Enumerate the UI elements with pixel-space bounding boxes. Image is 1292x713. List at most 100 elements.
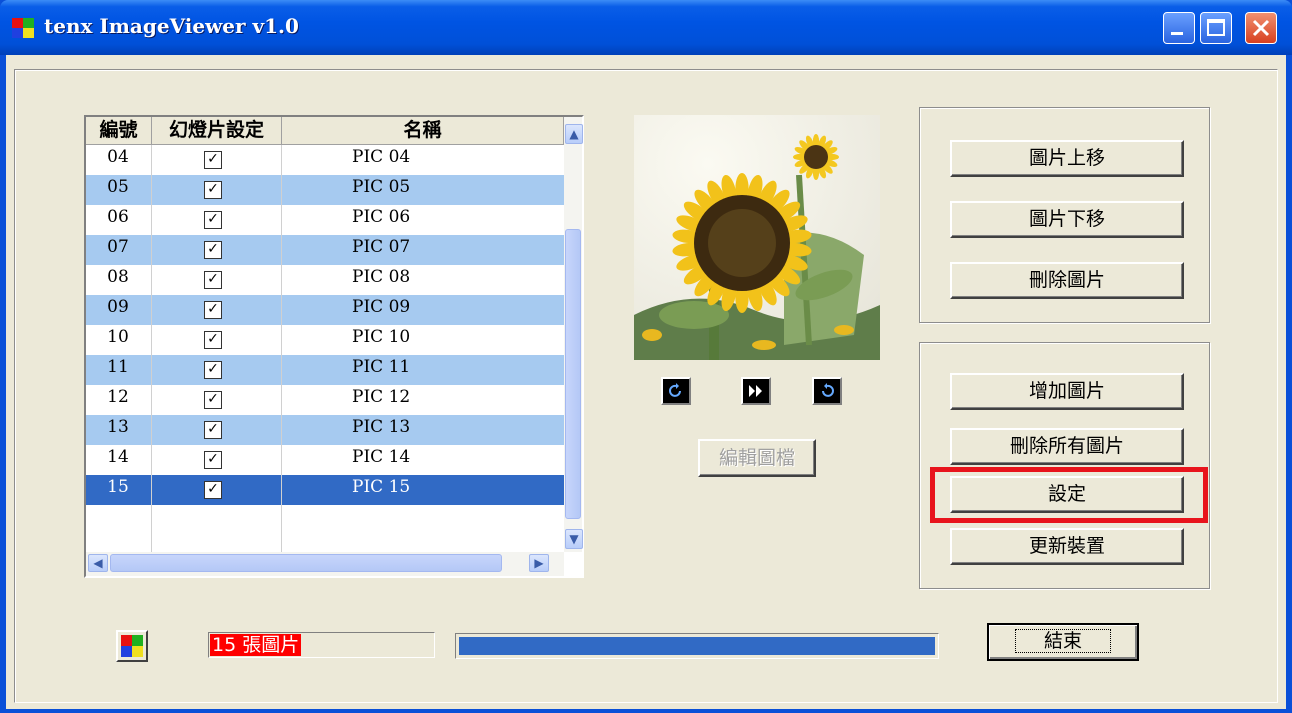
list-row[interactable]: 14 ✓ PIC 14: [86, 445, 564, 475]
list-row[interactable]: 10 ✓ PIC 10: [86, 325, 564, 355]
row-name: PIC 07: [352, 237, 411, 257]
exit-button[interactable]: 結束: [987, 623, 1139, 661]
move-up-button[interactable]: 圖片上移: [950, 140, 1184, 177]
row-number: 12: [107, 387, 129, 407]
slideshow-checkbox[interactable]: ✓: [204, 481, 222, 499]
row-number: 04: [107, 147, 129, 167]
highlight-box: [930, 467, 1208, 523]
slideshow-checkbox[interactable]: ✓: [204, 301, 222, 319]
row-name: PIC 06: [352, 207, 411, 227]
title-bar[interactable]: tenx ImageViewer v1.0: [0, 0, 1292, 55]
rotate-right-icon: [822, 383, 834, 397]
column-divider: [281, 145, 282, 552]
close-icon: [1252, 19, 1270, 37]
list-row[interactable]: 12 ✓ PIC 12: [86, 385, 564, 415]
slideshow-checkbox[interactable]: ✓: [204, 451, 222, 469]
slideshow-checkbox[interactable]: ✓: [204, 211, 222, 229]
image-preview: [634, 115, 880, 360]
picture-count-label: 15 張圖片: [210, 634, 302, 656]
chevron-right-icon: ▶: [534, 556, 544, 570]
row-number: 10: [107, 327, 129, 347]
column-divider: [151, 145, 152, 552]
row-name: PIC 10: [352, 327, 411, 347]
list-body: 編號 幻燈片設定 名稱 04 ✓ PIC 04 05 ✓ PIC 05 06 ✓ PIC 06 0…: [86, 117, 564, 552]
row-number: 15: [107, 477, 129, 497]
delete-all-pictures-button[interactable]: 刪除所有圖片: [950, 428, 1184, 465]
row-name: PIC 12: [352, 387, 411, 407]
edit-image-button: 編輯圖檔: [698, 439, 816, 477]
row-number: 14: [107, 447, 129, 467]
delete-picture-button[interactable]: 刪除圖片: [950, 262, 1184, 299]
list-row[interactable]: 09 ✓ PIC 09: [86, 295, 564, 325]
progress-fill: [459, 637, 935, 655]
status-app-button[interactable]: [116, 630, 148, 662]
row-name: PIC 11: [352, 357, 411, 377]
rotate-left-icon: [669, 383, 681, 397]
slideshow-checkbox[interactable]: ✓: [204, 331, 222, 349]
row-number: 07: [107, 237, 129, 257]
list-row[interactable]: 13 ✓ PIC 13: [86, 415, 564, 445]
app-icon: [12, 18, 34, 38]
row-name: PIC 15: [352, 477, 411, 497]
list-row[interactable]: 07 ✓ PIC 07: [86, 235, 564, 265]
list-row[interactable]: 04 ✓ PIC 04: [86, 145, 564, 175]
chevron-left-icon: ◀: [93, 556, 103, 570]
row-name: PIC 08: [352, 267, 411, 287]
slideshow-checkbox[interactable]: ✓: [204, 361, 222, 379]
slideshow-checkbox[interactable]: ✓: [204, 241, 222, 259]
scroll-up-button[interactable]: ▲: [565, 124, 583, 144]
update-device-button[interactable]: 更新裝置: [950, 528, 1184, 565]
column-header-number[interactable]: 編號: [86, 117, 152, 145]
window-title: tenx ImageViewer v1.0: [44, 14, 299, 38]
row-number: 09: [107, 297, 129, 317]
column-header-name[interactable]: 名稱: [282, 117, 564, 145]
row-number: 06: [107, 207, 129, 227]
horizontal-scroll-thumb[interactable]: [110, 554, 502, 572]
chevron-up-icon: ▲: [569, 127, 579, 141]
next-icon: [749, 385, 762, 397]
row-number: 13: [107, 417, 129, 437]
scroll-down-button[interactable]: ▼: [565, 529, 583, 549]
chevron-down-icon: ▼: [569, 532, 579, 546]
empty-row: [86, 505, 564, 535]
next-button[interactable]: [741, 377, 771, 405]
exit-button-label: 結束: [1014, 629, 1111, 653]
client-area: 編號 幻燈片設定 名稱 04 ✓ PIC 04 05 ✓ PIC 05 06 ✓ PIC 06 0…: [6, 55, 1286, 709]
app-icon: [121, 635, 143, 657]
slideshow-checkbox[interactable]: ✓: [204, 421, 222, 439]
minimize-icon: [1171, 32, 1183, 35]
maximize-icon: [1207, 19, 1225, 36]
rotate-right-button[interactable]: [812, 377, 842, 405]
row-name: PIC 13: [352, 417, 411, 437]
minimize-button[interactable]: [1163, 12, 1195, 44]
scroll-right-button[interactable]: ▶: [529, 554, 549, 572]
list-row[interactable]: 15 ✓ PIC 15: [86, 475, 564, 505]
slideshow-checkbox[interactable]: ✓: [204, 151, 222, 169]
add-picture-button[interactable]: 增加圖片: [950, 373, 1184, 410]
scroll-left-button[interactable]: ◀: [88, 554, 108, 572]
row-number: 05: [107, 177, 129, 197]
row-name: PIC 04: [352, 147, 411, 167]
slideshow-checkbox[interactable]: ✓: [204, 391, 222, 409]
row-name: PIC 09: [352, 297, 411, 317]
progress-bar: [455, 633, 939, 659]
maximize-button[interactable]: [1200, 12, 1232, 44]
list-row[interactable]: 11 ✓ PIC 11: [86, 355, 564, 385]
row-number: 11: [107, 357, 129, 377]
slideshow-checkbox[interactable]: ✓: [204, 181, 222, 199]
row-number: 08: [107, 267, 129, 287]
list-row[interactable]: 05 ✓ PIC 05: [86, 175, 564, 205]
app-window: tenx ImageViewer v1.0 編號 幻燈片設定 名稱 04 ✓ PIC…: [0, 0, 1292, 713]
list-row[interactable]: 08 ✓ PIC 08: [86, 265, 564, 295]
slideshow-checkbox[interactable]: ✓: [204, 271, 222, 289]
list-row[interactable]: 06 ✓ PIC 06: [86, 205, 564, 235]
vertical-scroll-thumb[interactable]: [565, 229, 581, 519]
rotate-left-button[interactable]: [661, 377, 691, 405]
close-window-button[interactable]: [1245, 12, 1277, 44]
picture-list[interactable]: 編號 幻燈片設定 名稱 04 ✓ PIC 04 05 ✓ PIC 05 06 ✓ PIC 06 0…: [84, 115, 584, 578]
move-down-button[interactable]: 圖片下移: [950, 201, 1184, 238]
column-header-slideshow[interactable]: 幻燈片設定: [152, 117, 282, 145]
row-name: PIC 14: [352, 447, 411, 467]
row-name: PIC 05: [352, 177, 411, 197]
status-field: 15 張圖片: [208, 632, 435, 658]
